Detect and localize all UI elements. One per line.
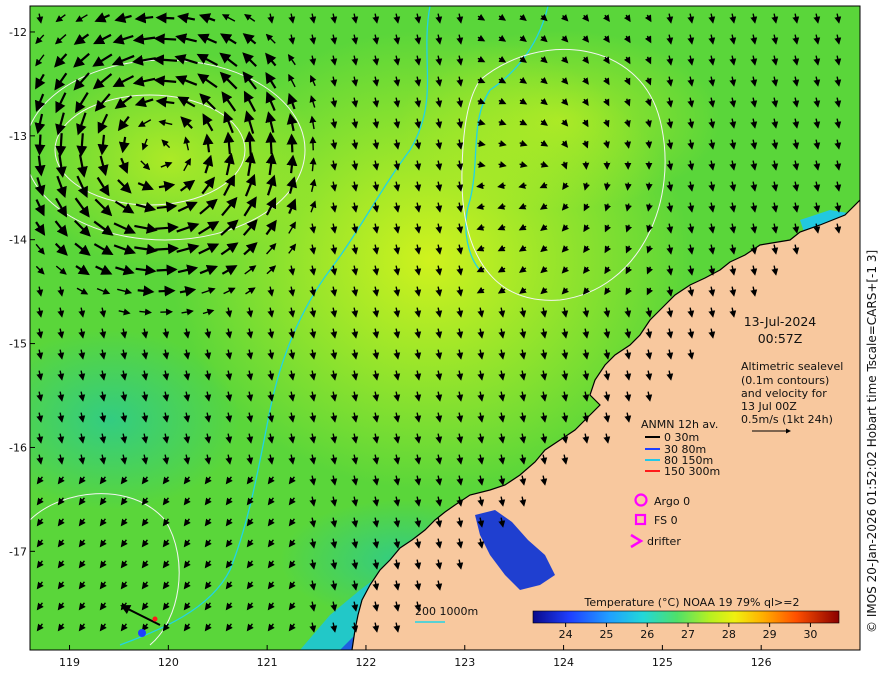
warm-eddy-region (30, 50, 320, 270)
lon-tick-label: 125 (652, 656, 673, 669)
legend-title: ANMN 12h av. (641, 418, 718, 431)
velocity-arrow (624, 182, 632, 191)
lon-tick-label: 121 (257, 656, 278, 669)
velocity-arrow (244, 130, 256, 156)
colorbar-tick-label: 26 (640, 628, 654, 641)
legend-label-3: 150 300m (664, 465, 720, 478)
velocity-arrow (153, 33, 177, 45)
velocity-arrow (55, 133, 67, 158)
argo-label: Argo 0 (654, 495, 690, 508)
colorbar-tick-label: 30 (803, 628, 817, 641)
velocity-arrow (152, 54, 178, 66)
colorbar-tick-label: 27 (681, 628, 695, 641)
colorbar-title: Temperature (°C) NOAA 19 79% ql>=2 (584, 596, 800, 609)
altimetry-line-2: (0.1m contours) (741, 374, 829, 387)
lat-tick-label: -17 (9, 545, 27, 558)
mooring-marker-red (152, 616, 158, 622)
colorbar-tick-label: 28 (722, 628, 736, 641)
velocity-arrow (34, 134, 46, 156)
velocity-arrow (155, 243, 180, 255)
lon-tick-label: 123 (454, 656, 475, 669)
lat-tick-label: -15 (9, 338, 27, 351)
velocity-arrow (645, 140, 653, 149)
velocity-arrow (265, 131, 277, 155)
velocity-arrow (137, 285, 155, 297)
timestamp-date: 13-Jul-2024 (744, 314, 817, 329)
sst-map: 119 120 121 122 123 124 125 126 -12 -13 -14 -15 -16… (9, 5, 879, 669)
colorbar-tick-label: 25 (599, 628, 613, 641)
altimetry-line-3: and velocity for (741, 387, 827, 400)
mooring-marker (138, 629, 146, 637)
velocity-arrow (155, 12, 175, 24)
altimetry-scale-label: 0.5m/s (1kt 24h) (741, 413, 833, 426)
velocity-arrow (156, 264, 178, 276)
lon-tick-label: 122 (355, 656, 376, 669)
sst-map-figure: 119 120 121 122 123 124 125 126 -12 -13 -14 -15 -16… (0, 0, 880, 680)
drifter-label: drifter (647, 535, 681, 548)
lat-tick-label: -16 (9, 441, 27, 454)
timestamp-time: 00:57Z (758, 331, 803, 346)
velocity-arrow (158, 285, 176, 297)
altimetry-line-1: Altimetric sealevel (741, 360, 843, 373)
side-caption: © IMOS 20-Jan-2026 01:52:02 Hobart time … (865, 250, 879, 633)
lat-tick-label: -14 (9, 234, 27, 247)
lat-tick-label: -12 (9, 26, 27, 39)
warm-water-region-north (400, 30, 720, 210)
lon-tick-label: 124 (553, 656, 574, 669)
lon-tick-label: 120 (158, 656, 179, 669)
lat-tick-label: -13 (9, 130, 27, 143)
lon-tick-label: 119 (59, 656, 80, 669)
isobath-label: 200 1000m (415, 605, 478, 618)
colorbar-tick-label: 24 (559, 628, 573, 641)
colorbar (532, 610, 840, 624)
fs-label: FS 0 (654, 514, 678, 527)
altimetry-line-4: 13 Jul 00Z (741, 400, 797, 413)
velocity-arrow (645, 182, 653, 191)
colorbar-tick-label: 29 (763, 628, 777, 641)
map-area (30, 6, 860, 650)
lon-tick-label: 126 (751, 656, 772, 669)
velocity-arrow (286, 133, 298, 153)
velocity-arrow (582, 161, 590, 170)
